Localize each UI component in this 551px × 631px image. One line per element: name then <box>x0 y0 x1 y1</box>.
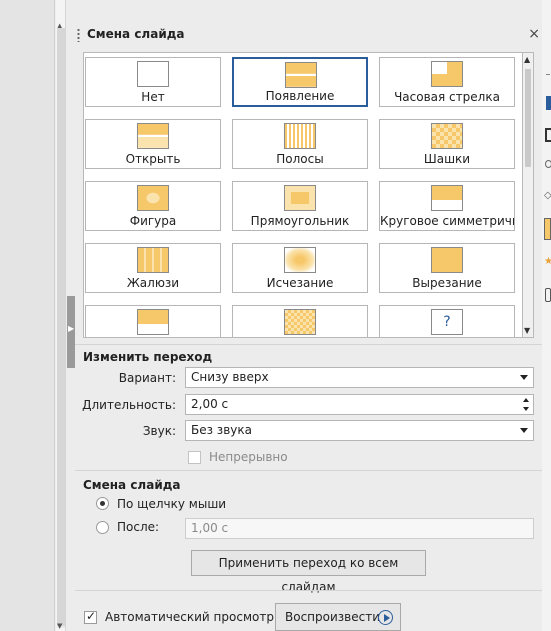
cut-transition-icon <box>431 247 463 273</box>
play-button[interactable]: Воспроизвести <box>275 603 401 631</box>
styles-deck-icon[interactable] <box>545 128 551 142</box>
none-transition-icon <box>137 61 169 87</box>
sidebar-tab-icon[interactable] <box>544 70 551 84</box>
on-click-radio[interactable] <box>96 497 109 510</box>
after-time-radio[interactable] <box>96 521 109 534</box>
venetian-blinds-transition-icon <box>137 247 169 273</box>
right-sidebar-strip <box>542 0 551 631</box>
auto-preview-checkbox[interactable] <box>84 609 97 624</box>
loop-sound-checkbox[interactable] <box>188 451 201 464</box>
transition-tile-label: Полосы <box>276 152 324 166</box>
play-icon <box>378 610 393 625</box>
spin-up-icon[interactable] <box>523 398 529 402</box>
sound-value: Без звука <box>191 423 252 437</box>
play-label: Воспроизвести <box>285 610 380 624</box>
slide-transition-panel: Смена слайда × Нет Появление Часовая стрел… <box>75 0 542 631</box>
transition-tile-label: Шашки <box>423 152 471 166</box>
after-time-label: После: <box>117 520 160 534</box>
duration-label: Длительность: <box>82 398 176 412</box>
collapse-sidebar-handle[interactable]: ▶ <box>67 296 75 368</box>
chevron-down-icon <box>520 375 528 380</box>
transition-tile[interactable]: ? <box>379 305 515 337</box>
transition-tile[interactable] <box>85 305 221 337</box>
modify-transition-heading: Изменить переход <box>83 350 213 364</box>
slide-transition-deck-icon[interactable] <box>544 218 551 240</box>
variant-select[interactable]: Снизу вверх <box>185 367 534 388</box>
sound-select[interactable]: Без звука <box>185 420 534 441</box>
transition-tile[interactable]: Исчезание <box>232 243 368 293</box>
transition-tile-label: Фигура <box>129 214 177 228</box>
transition-gallery: Нет Появление Часовая стрелка Открыть Полосы… <box>83 52 523 338</box>
checkers-transition-icon <box>431 123 463 149</box>
transition-tile[interactable]: Появление <box>232 57 368 107</box>
animation-deck-icon[interactable]: ★ <box>544 256 551 270</box>
left-scrollbar-thumb[interactable] <box>57 28 65 626</box>
master-slides-deck-icon[interactable] <box>545 288 551 302</box>
transition-tile[interactable]: Прямоугольник <box>232 181 368 231</box>
transition-tile[interactable]: Шашки <box>379 119 515 169</box>
wheel-transition-icon <box>431 185 463 211</box>
chevron-right-icon: ▶ <box>68 324 75 333</box>
transition-tile[interactable]: Вырезание <box>379 243 515 293</box>
divider <box>75 344 542 345</box>
transition-tile[interactable]: Круговое симметричное <box>379 181 515 231</box>
random-transition-icon: ? <box>431 309 463 335</box>
scroll-down-icon[interactable]: ▼ <box>524 326 530 335</box>
transition-tile[interactable]: Жалюзи <box>85 243 221 293</box>
transition-tile-label: Круговое симметричное <box>380 214 514 228</box>
transition-tile[interactable]: Открыть <box>85 119 221 169</box>
uncover-transition-icon <box>137 123 169 149</box>
clockwise-transition-icon <box>431 61 463 87</box>
after-time-spinbox[interactable]: 1,00 с <box>185 518 534 539</box>
slide-sorter-pane <box>0 0 55 631</box>
auto-preview-label: Автоматический просмотр <box>105 610 274 624</box>
bars-transition-icon <box>284 123 316 149</box>
transition-tile-label: Нет <box>141 90 165 104</box>
advance-slide-heading: Смена слайда <box>83 478 181 492</box>
properties-deck-icon[interactable] <box>546 96 551 110</box>
gallery-scrollbar-thumb[interactable] <box>525 69 531 167</box>
divider <box>75 590 542 591</box>
scroll-up-icon[interactable]: ▲ <box>524 55 530 64</box>
cover-transition-icon <box>137 309 169 335</box>
on-click-label: По щелчку мыши <box>117 497 227 511</box>
duration-spinbox[interactable]: 2,00 с <box>185 394 534 415</box>
dissolve-transition-icon <box>284 309 316 335</box>
transition-tile-label: Открыть <box>125 152 181 166</box>
navigator-deck-icon[interactable]: ◇ <box>544 190 551 204</box>
transition-tile-label: Появление <box>265 89 335 103</box>
duration-value: 2,00 с <box>191 397 229 411</box>
loop-sound-label: Непрерывно <box>209 450 288 464</box>
chevron-down-icon <box>520 428 528 433</box>
close-button[interactable]: × <box>528 26 540 42</box>
after-time-value: 1,00 с <box>191 521 229 535</box>
shape-transition-icon <box>137 185 169 211</box>
transition-tile-label: Вырезание <box>412 276 482 290</box>
transition-tile[interactable]: Фигура <box>85 181 221 231</box>
transition-tile-label: Часовая стрелка <box>394 90 500 104</box>
transition-tile[interactable]: Полосы <box>232 119 368 169</box>
apply-to-all-slides-button[interactable]: Применить переход ко всем слайдам <box>191 550 426 594</box>
variant-label: Вариант: <box>118 371 176 385</box>
spin-down-icon[interactable] <box>523 407 529 411</box>
push-transition-icon <box>285 62 317 88</box>
scroll-down-icon[interactable]: ▼ <box>57 622 62 630</box>
transition-tile-label: Жалюзи <box>126 276 180 290</box>
transition-tile[interactable]: Часовая стрелка <box>379 57 515 107</box>
divider <box>75 470 542 471</box>
drag-grip-icon[interactable] <box>77 28 80 42</box>
box-transition-icon <box>284 185 316 211</box>
transition-tile[interactable]: Нет <box>85 57 221 107</box>
transition-tile[interactable] <box>232 305 368 337</box>
transition-tile-label: Исчезание <box>266 276 334 290</box>
panel-title: Смена слайда <box>87 27 185 41</box>
gallery-scrollbar[interactable]: ▲ ▼ <box>523 52 534 338</box>
left-scrollbar[interactable] <box>57 28 65 628</box>
sound-label: Звук: <box>142 424 176 438</box>
gallery-deck-icon[interactable] <box>545 160 551 168</box>
variant-value: Снизу вверх <box>191 370 269 384</box>
transition-tile-label: Прямоугольник <box>250 214 350 228</box>
fade-transition-icon <box>284 247 316 273</box>
panel-header: Смена слайда × <box>75 26 542 46</box>
